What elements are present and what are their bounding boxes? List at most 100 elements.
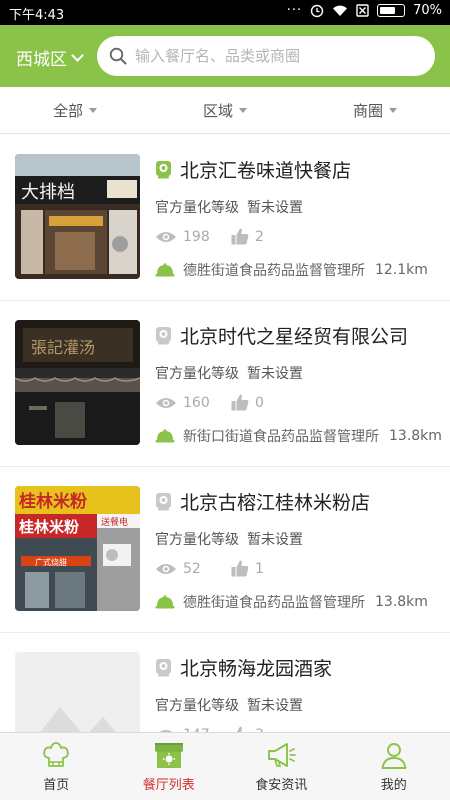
battery-icon — [377, 4, 406, 17]
list-item[interactable]: 北京畅海龙园酒家 官方量化等级暂未设置 147 3 — [0, 633, 450, 732]
filter-business-district[interactable]: 商圈 — [300, 87, 450, 133]
distance: 12.1km — [375, 262, 428, 278]
dropdown-arrow-icon — [239, 107, 247, 113]
bottom-nav: 首页 餐厅列表 食安资讯 我的 — [0, 732, 450, 800]
list-item[interactable]: 大排档 北京汇卷味道快餐店 官方量化等级 暂未设置 198 2 德胜街道食品药品… — [0, 135, 450, 301]
svg-text:大排档: 大排档 — [21, 182, 75, 203]
nav-home[interactable]: 首页 — [0, 733, 113, 800]
wifi-icon — [333, 5, 348, 17]
name-row: 北京古榕江桂林米粉店 — [155, 488, 370, 515]
filter-bar: 全部 区域 商圈 — [0, 87, 450, 134]
battery-percent: 70% — [413, 3, 442, 18]
grade-row: 官方量化等级 暂未设置 — [155, 529, 303, 549]
grade-label: 官方量化等级 — [155, 366, 239, 382]
user-icon — [381, 743, 407, 769]
svg-text:送餐电: 送餐电 — [101, 516, 128, 528]
stats-row: 160 0 — [155, 394, 264, 411]
restaurant-photo: 大排档 — [15, 154, 140, 279]
storefront-icon — [154, 743, 183, 768]
nav-profile[interactable]: 我的 — [338, 733, 450, 800]
chevron-down-icon — [71, 48, 84, 62]
distance: 13.8km — [375, 594, 428, 610]
restaurant-name[interactable]: 北京时代之星经贸有限公司 — [180, 322, 408, 349]
more-dots-icon: ··· — [286, 3, 303, 18]
svg-text:桂林米粉: 桂林米粉 — [18, 518, 79, 536]
agency-row: 德胜街道食品药品监督管理所 13.8km — [155, 592, 428, 612]
nav-label: 我的 — [380, 778, 407, 793]
thumbs-up-icon[interactable] — [231, 560, 249, 577]
city-label: 西城区 — [16, 50, 67, 70]
alarm-icon — [310, 4, 324, 17]
camera-badge-icon — [156, 327, 171, 345]
restaurant-name[interactable]: 北京畅海龙园酒家 — [180, 654, 332, 681]
like-count: 1 — [255, 560, 264, 577]
cloche-icon — [155, 429, 175, 443]
list-item[interactable]: 張記灌汤 北京时代之星经贸有限公司 官方量化等级 暂未设置 160 0 新街口街道… — [0, 301, 450, 467]
grade-value: 暂未设置 — [247, 200, 303, 216]
grade-row: 官方量化等级 暂未设置 — [155, 197, 303, 217]
name-row: 北京时代之星经贸有限公司 — [155, 322, 408, 349]
view-count: 160 — [183, 394, 210, 411]
svg-text:广式烧腊: 广式烧腊 — [35, 557, 67, 567]
nav-label: 食安资讯 — [255, 778, 308, 793]
cloche-icon — [155, 595, 175, 609]
cloche-icon — [155, 263, 175, 277]
grade-value: 暂未设置 — [247, 532, 303, 548]
nav-restaurant-list[interactable]: 餐厅列表 — [113, 733, 226, 800]
restaurant-name[interactable]: 北京古榕江桂林米粉店 — [180, 488, 370, 515]
app-header: 西城区 — [0, 25, 450, 87]
restaurant-name[interactable]: 北京汇卷味道快餐店 — [180, 156, 351, 183]
svg-text:張記灌汤: 張記灌汤 — [31, 338, 95, 357]
status-icons: ··· 70% — [287, 3, 442, 18]
grade-label: 官方量化等级 — [155, 200, 239, 216]
chef-hat-icon — [43, 742, 69, 767]
eye-icon — [156, 563, 176, 574]
agency-row: 德胜街道食品药品监督管理所 12.1km — [155, 260, 428, 280]
eye-icon — [156, 397, 176, 408]
thumbs-up-icon[interactable] — [231, 394, 249, 411]
search-icon — [109, 47, 127, 65]
nav-label: 餐厅列表 — [142, 778, 195, 793]
like-count: 0 — [255, 394, 264, 411]
agency-name: 德胜街道食品药品监督管理所 — [183, 595, 365, 611]
camera-badge-icon — [156, 659, 171, 677]
search-bar[interactable] — [97, 36, 435, 76]
status-bar: 下午4:43 ··· 70% — [0, 0, 450, 25]
grade-label: 官方量化等级 — [155, 698, 239, 714]
distance: 13.8km — [389, 428, 442, 444]
nav-food-safety-news[interactable]: 食安资讯 — [225, 733, 338, 800]
restaurant-photo: 桂林米粉 桂林米粉 送餐电 广式烧腊 — [15, 486, 140, 611]
name-row: 北京畅海龙园酒家 — [155, 654, 332, 681]
filter-label: 区域 — [202, 101, 233, 120]
city-selector[interactable]: 西城区 — [16, 45, 84, 70]
view-count: 52 — [183, 560, 201, 577]
grade-row: 官方量化等级 暂未设置 — [155, 695, 303, 715]
name-row: 北京汇卷味道快餐店 — [155, 156, 351, 183]
thumbs-up-icon[interactable] — [231, 228, 249, 245]
agency-name: 新街口街道食品药品监督管理所 — [183, 429, 379, 445]
restaurant-photo-placeholder — [15, 652, 140, 732]
filter-label: 全部 — [52, 101, 83, 120]
filter-label: 商圈 — [352, 101, 383, 120]
eye-icon — [156, 231, 176, 242]
grade-value: 暂未设置 — [247, 366, 303, 382]
filter-region[interactable]: 区域 — [150, 87, 300, 133]
camera-badge-icon — [156, 493, 171, 511]
restaurant-list[interactable]: 大排档 北京汇卷味道快餐店 官方量化等级 暂未设置 198 2 德胜街道食品药品… — [0, 135, 450, 732]
search-input[interactable] — [135, 47, 425, 65]
like-count: 2 — [255, 228, 264, 245]
grade-label: 官方量化等级 — [155, 532, 239, 548]
stats-row: 52 1 — [155, 560, 264, 577]
nav-label: 首页 — [43, 778, 70, 793]
grade-row: 官方量化等级 暂未设置 — [155, 363, 303, 383]
agency-name: 德胜街道食品药品监督管理所 — [183, 263, 365, 279]
restaurant-photo: 張記灌汤 — [15, 320, 140, 445]
agency-row: 新街口街道食品药品监督管理所 13.8km — [155, 426, 442, 446]
list-item[interactable]: 桂林米粉 桂林米粉 送餐电 广式烧腊 北京古榕江桂林米粉店 官方量化等级 暂未设置 — [0, 467, 450, 633]
no-sim-icon — [356, 4, 369, 17]
camera-badge-icon — [156, 161, 171, 179]
status-time: 下午4:43 — [9, 8, 65, 23]
view-count: 198 — [183, 228, 210, 245]
stats-row: 198 2 — [155, 228, 264, 245]
filter-all[interactable]: 全部 — [0, 87, 150, 133]
